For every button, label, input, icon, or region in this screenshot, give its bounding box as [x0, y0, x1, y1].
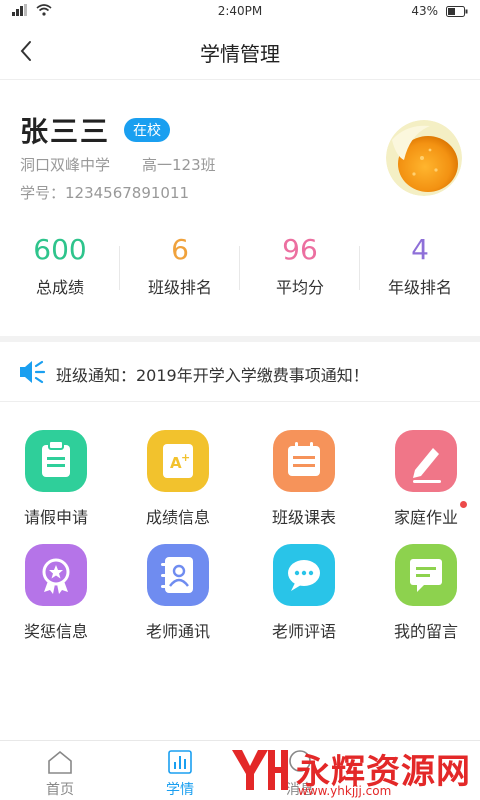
tile-teacher-contact[interactable]: 老师通讯 [122, 544, 242, 654]
status-bar: 2:40PM 43% [0, 0, 480, 24]
notice-text: 班级通知：2019年开学入学缴费事项通知！ [56, 366, 369, 385]
bar-chart-icon [168, 750, 192, 774]
battery-icon [446, 5, 468, 17]
stat-value: 600 [33, 233, 87, 266]
school-row: 洞口双峰中学 高一123班 [20, 154, 216, 175]
battery-percent: 43% [411, 4, 438, 18]
tile-label: 我的留言 [393, 622, 458, 641]
tile-grade-info[interactable]: A + 成绩信息 [122, 430, 242, 540]
student-id: 学号：1234567891011 [20, 184, 190, 202]
grade-info-icon: A + [147, 430, 209, 492]
stats-row: 600 总成绩 6 班级排名 96 平均分 4 年级排名 [0, 230, 480, 300]
tab-label: 首页 [46, 782, 74, 798]
my-message-icon [395, 544, 457, 606]
tile-teacher-comment[interactable]: 老师评语 [248, 544, 368, 654]
tab-label: 学情 [166, 782, 194, 798]
homework-unread-dot [460, 501, 467, 508]
stat-grade-rank[interactable]: 4 年级排名 [360, 230, 480, 300]
status-time: 2:40PM [217, 4, 263, 18]
page-title: 学情管理 [200, 42, 280, 66]
name-row: 张三三 在校 [20, 110, 171, 150]
stat-value: 96 [282, 233, 318, 266]
stat-class-rank[interactable]: 6 班级排名 [120, 230, 240, 300]
school-name: 洞口双峰中学 [20, 156, 111, 174]
tab-study[interactable]: 学情 [120, 741, 240, 800]
class-notice[interactable]: 班级通知：2019年开学入学缴费事项通知！ [0, 342, 480, 402]
status-right: 43% [411, 4, 468, 18]
tile-my-message[interactable]: 我的留言 [370, 544, 480, 654]
nav-bar: 学情管理 [0, 24, 480, 80]
tile-label: 老师通讯 [145, 622, 210, 641]
tile-homework[interactable]: 家庭作业 [370, 430, 480, 540]
status-badge: 在校 [124, 118, 171, 142]
reward-icon [25, 544, 87, 606]
tile-class-schedule[interactable]: 班级课表 [248, 430, 368, 540]
leave-request-icon [25, 430, 87, 492]
tile-label: 奖惩信息 [23, 622, 88, 641]
avatar[interactable] [386, 120, 462, 196]
speaker-icon [20, 360, 46, 384]
watermark-url: www.yhkjjj.com [298, 784, 392, 798]
tile-leave-request[interactable]: 请假申请 [0, 430, 120, 540]
svg-text:+: + [181, 451, 190, 464]
home-icon [48, 750, 72, 774]
stat-label: 班级排名 [147, 278, 212, 297]
stat-label: 总成绩 [35, 278, 84, 297]
class-name: 高一123班 [142, 156, 216, 174]
class-schedule-icon [273, 430, 335, 492]
stat-label: 年级排名 [387, 278, 452, 297]
tile-label: 老师评语 [271, 622, 336, 641]
stat-total-score[interactable]: 600 总成绩 [0, 230, 120, 300]
tile-label: 班级课表 [271, 508, 336, 527]
avatar-image [386, 120, 462, 196]
watermark-logo [232, 750, 288, 790]
student-name: 张三三 [20, 115, 111, 148]
student-profile: 张三三 在校 洞口双峰中学 高一123班 学号：1234567891011 60… [0, 80, 480, 342]
teacher-contact-icon [147, 544, 209, 606]
tile-label: 成绩信息 [145, 508, 210, 527]
homework-icon [395, 430, 457, 492]
stat-average[interactable]: 96 平均分 [240, 230, 360, 300]
stat-value: 4 [411, 233, 429, 266]
teacher-comment-icon [273, 544, 335, 606]
tab-home[interactable]: 首页 [0, 741, 120, 800]
tile-reward[interactable]: 奖惩信息 [0, 544, 120, 654]
watermark: 永辉资源网 www.yhkjjj.com [228, 740, 480, 800]
tile-label: 请假申请 [23, 508, 88, 527]
stat-value: 6 [171, 233, 189, 266]
stat-label: 平均分 [275, 278, 324, 297]
